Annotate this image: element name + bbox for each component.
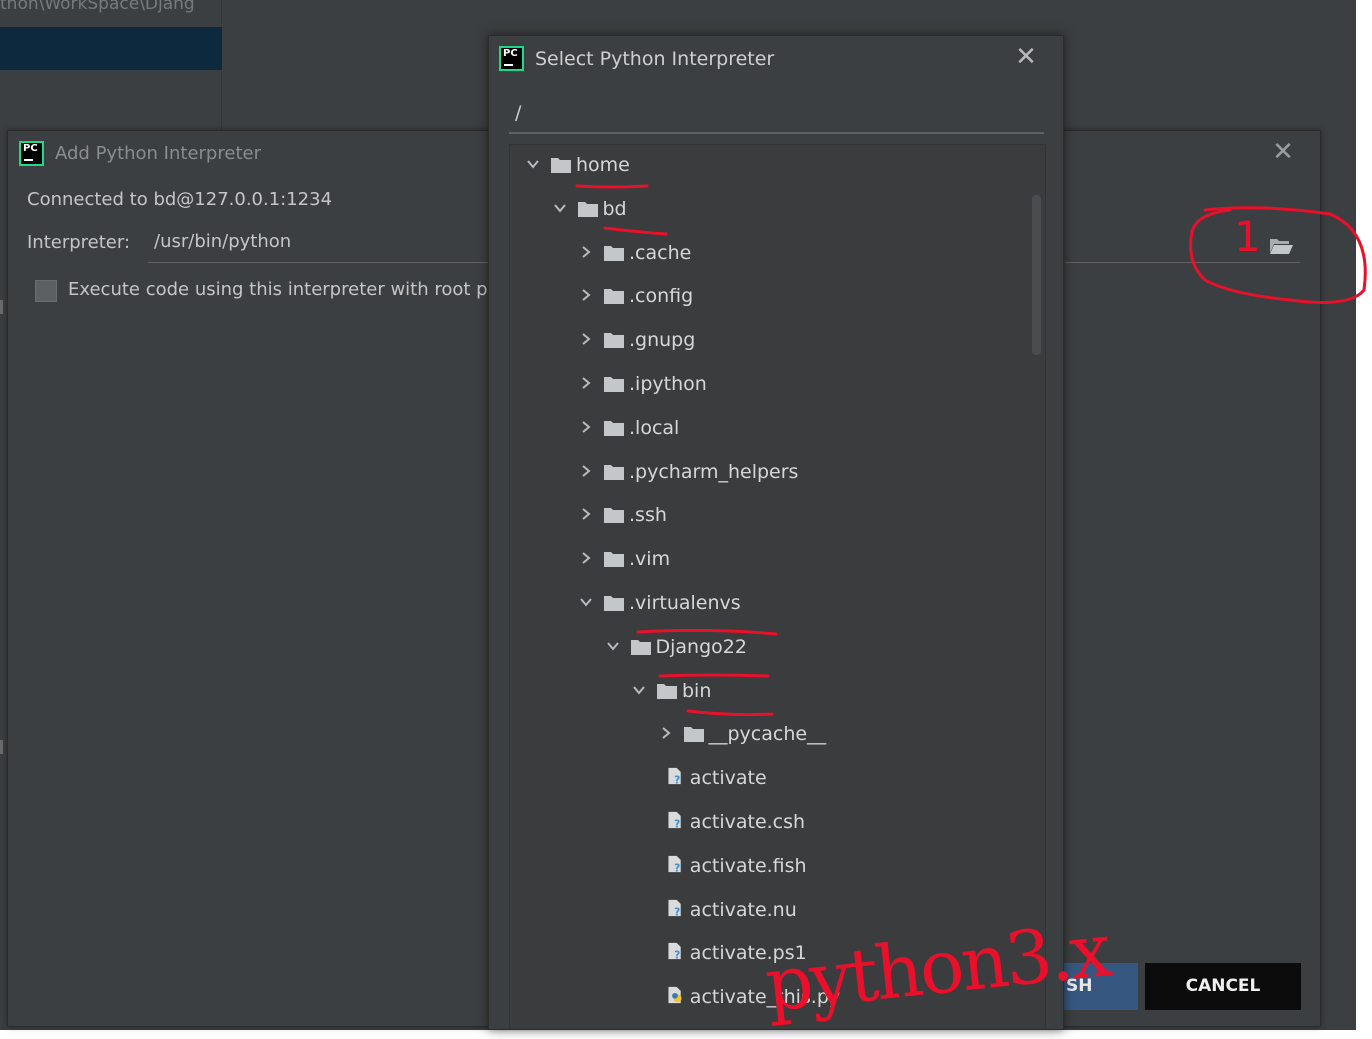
folder-icon <box>604 377 624 392</box>
editor-gutter-mark <box>0 300 3 314</box>
tree-folder-item[interactable]: home <box>526 151 990 181</box>
tree-item-label: bd <box>602 197 627 220</box>
unknown-file-icon: ? <box>668 899 681 917</box>
tree-folder-item[interactable]: .ssh <box>579 501 990 531</box>
unknown-file-icon: ? <box>668 855 681 873</box>
folder-icon <box>657 683 677 699</box>
tree-item-label: activate.nu <box>689 898 797 921</box>
chevron-right-icon[interactable] <box>579 376 593 390</box>
folder-icon <box>604 245 624 261</box>
tree-item-label: .ipython <box>629 373 707 395</box>
tree-folder-item[interactable]: .cache <box>579 239 990 269</box>
project-panel: thon\WorkSpace\Djang <box>0 0 222 135</box>
path-input[interactable]: / <box>509 98 1044 134</box>
tree-folder-item[interactable]: Django22 <box>606 633 991 663</box>
svg-text:?: ? <box>674 774 680 786</box>
folder-icon <box>604 552 624 568</box>
tree-item-label: .ssh <box>629 504 667 527</box>
chevron-right-icon[interactable] <box>579 507 593 521</box>
tree-file-item[interactable]: ? activate.nu <box>664 896 990 926</box>
select-interpreter-dialog: PC Select Python Interpreter ✕ / home bd.… <box>488 35 1064 1030</box>
python-file-icon <box>668 987 682 1004</box>
chevron-down-icon[interactable] <box>579 595 593 609</box>
tree-item-label: .config <box>629 285 694 308</box>
tree-item-label: __pycache__ <box>708 723 827 746</box>
chevron-right-icon[interactable] <box>579 420 593 434</box>
tree-folder-item[interactable]: .local <box>579 414 990 444</box>
tree-file-item[interactable]: ? activate <box>664 764 990 794</box>
scrollbar-thumb[interactable] <box>1032 195 1041 355</box>
tree-item-label: .local <box>629 416 680 439</box>
close-icon[interactable]: ✕ <box>1013 44 1039 70</box>
chevron-down-icon[interactable] <box>526 157 540 171</box>
tree-item-label: .gnupg <box>629 329 696 352</box>
pycharm-logo-icon: PC <box>499 46 524 71</box>
tree-item-label: .cache <box>629 241 692 264</box>
tree-folder-item[interactable]: __pycache__ <box>659 720 991 750</box>
project-selected-row[interactable] <box>0 27 222 70</box>
tree-item-label: .vim <box>629 548 671 571</box>
project-path: thon\WorkSpace\Djang <box>0 0 195 14</box>
tree-item-label: activate.csh <box>689 811 806 833</box>
chevron-right-icon[interactable] <box>579 464 593 478</box>
interpreter-field-underline <box>1065 262 1300 263</box>
tree-file-item[interactable]: ? activate.fish <box>664 852 990 882</box>
tree-item-label: Django22 <box>655 635 747 658</box>
folder-icon <box>604 420 624 436</box>
run-as-root-checkbox[interactable] <box>35 280 57 302</box>
folder-icon <box>683 727 704 743</box>
tree-folder-item[interactable]: .vim <box>579 545 990 575</box>
connection-status: Connected to bd@127.0.0.1:1234 <box>27 189 333 210</box>
cancel-button[interactable]: CANCEL <box>1145 963 1301 1010</box>
svg-text:?: ? <box>674 905 680 917</box>
tree-item-label: .virtualenvs <box>629 592 741 614</box>
tree-file-item[interactable]: ? activate.csh <box>664 808 990 838</box>
chevron-right-icon[interactable] <box>579 332 593 346</box>
interpreter-label: Interpreter: <box>27 232 131 253</box>
svg-text:?: ? <box>674 861 680 873</box>
tree-item-label: activate.fish <box>689 854 807 877</box>
folder-icon <box>630 639 651 655</box>
tree-item-label: home <box>576 154 630 176</box>
svg-text:?: ? <box>674 949 680 961</box>
tree-item-label: bin <box>682 679 712 702</box>
chevron-right-icon[interactable] <box>579 245 593 259</box>
folder-icon <box>604 508 624 524</box>
tree-item-label: .pycharm_helpers <box>629 460 799 483</box>
unknown-file-icon: ? <box>668 811 681 829</box>
chevron-right-icon[interactable] <box>579 551 593 565</box>
folder-icon <box>551 158 571 173</box>
folder-open-icon[interactable] <box>1268 234 1294 256</box>
close-icon[interactable]: ✕ <box>1270 139 1296 165</box>
tree-folder-item[interactable]: .ipython <box>579 370 990 400</box>
dialog-title: Add Python Interpreter <box>55 143 261 164</box>
handwritten-number: 1 <box>1234 212 1261 261</box>
tree-folder-item[interactable]: .pycharm_helpers <box>579 458 990 488</box>
pycharm-logo-icon: PC <box>19 141 44 166</box>
folder-icon <box>604 464 624 480</box>
tree-item-label: activate <box>689 767 767 790</box>
chevron-right-icon[interactable] <box>579 288 593 302</box>
folder-icon <box>604 289 624 305</box>
chevron-right-icon[interactable] <box>659 726 673 740</box>
tree-folder-item[interactable]: .virtualenvs <box>579 589 990 619</box>
tree-folder-item[interactable]: .config <box>579 282 990 312</box>
chevron-down-icon[interactable] <box>606 639 620 653</box>
dialog-title: Select Python Interpreter <box>535 48 775 70</box>
run-as-root-label: Execute code using this interpreter with… <box>68 279 488 300</box>
folder-icon <box>577 201 598 217</box>
folder-icon <box>604 333 624 349</box>
chevron-down-icon[interactable] <box>632 683 646 697</box>
tree-folder-item[interactable]: bd <box>553 195 991 225</box>
tree-folder-item[interactable]: bin <box>632 677 990 707</box>
tree-folder-item[interactable]: .gnupg <box>579 326 990 356</box>
file-tree[interactable]: home bd .cache .config .gnupg .ipython .local.… <box>509 144 1046 1029</box>
chevron-down-icon[interactable] <box>553 201 567 215</box>
svg-text:?: ? <box>674 817 680 829</box>
interpreter-path-field[interactable]: /usr/bin/python <box>148 223 493 263</box>
editor-gutter-mark <box>0 740 3 754</box>
unknown-file-icon: ? <box>668 943 681 961</box>
folder-icon <box>604 596 624 611</box>
unknown-file-icon: ? <box>668 768 681 786</box>
